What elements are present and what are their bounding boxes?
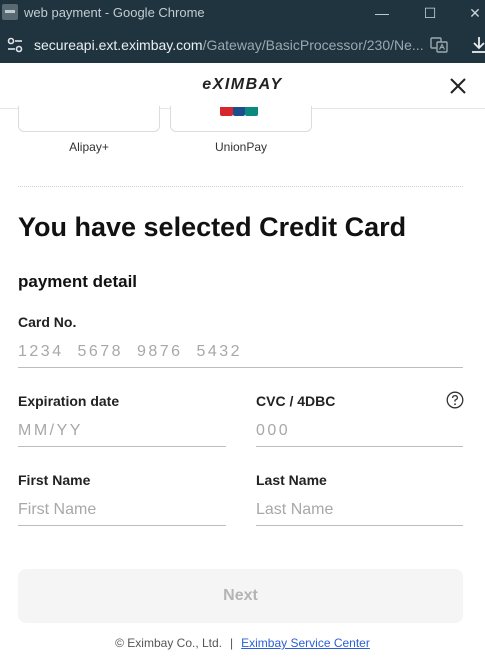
help-icon[interactable]	[446, 391, 464, 409]
divider	[18, 186, 463, 187]
minimize-button[interactable]: —	[372, 4, 392, 22]
last-name-input[interactable]	[256, 494, 463, 526]
next-button[interactable]: Next	[18, 569, 463, 623]
card-number-label: Card No.	[18, 314, 77, 330]
eximbay-logo: eXIMBAY	[202, 76, 283, 93]
payment-method-label: UnionPay	[214, 140, 268, 154]
cvc-input[interactable]	[256, 415, 463, 447]
first-name-input[interactable]	[18, 494, 226, 526]
card-number-input[interactable]	[18, 336, 463, 368]
window-title: web payment - Google Chrome	[24, 5, 205, 20]
section-title: payment detail	[18, 272, 138, 291]
app-icon	[2, 4, 18, 20]
page-footer: © Eximbay Co., Ltd. | Eximbay Service Cent…	[0, 636, 485, 650]
url-path: /Gateway/BasicProcessor/230/Ne...	[202, 37, 424, 53]
payment-method-unionpay[interactable]	[170, 106, 312, 132]
unionpay-logo	[220, 107, 259, 116]
unionpay-red-band	[220, 107, 233, 116]
unionpay-blue-band	[232, 107, 246, 116]
service-center-link[interactable]: Eximbay Service Center	[241, 636, 370, 650]
close-icon[interactable]	[448, 76, 468, 96]
footer-separator: |	[230, 636, 234, 650]
expiration-date-input[interactable]	[18, 415, 226, 447]
payment-method-label: Alipay+	[69, 140, 109, 154]
page-title: You have selected Credit Card	[18, 212, 407, 242]
first-name-label: First Name	[18, 472, 91, 488]
payment-method-alipay[interactable]	[18, 106, 160, 132]
last-name-label: Last Name	[256, 472, 327, 488]
window-close-button[interactable]: ✕	[465, 4, 485, 22]
maximize-button[interactable]: ☐	[420, 4, 440, 22]
translate-icon[interactable]	[430, 36, 448, 54]
window-titlebar: web payment - Google Chrome — ☐ ✕	[0, 0, 485, 27]
page-header: eXIMBAY	[0, 63, 485, 109]
url-host: secureapi.ext.eximbay.com	[34, 37, 203, 53]
address-bar: secureapi.ext.eximbay.com/Gateway/BasicP…	[0, 27, 485, 63]
cvc-label: CVC / 4DBC	[256, 393, 336, 409]
expiration-date-label: Expiration date	[18, 393, 120, 409]
url-display[interactable]: secureapi.ext.eximbay.com/Gateway/BasicP…	[34, 37, 424, 53]
download-icon[interactable]	[470, 36, 485, 54]
unionpay-green-band	[245, 107, 259, 116]
copyright-text: © Eximbay Co., Ltd.	[115, 636, 223, 650]
tune-icon[interactable]	[6, 36, 24, 54]
